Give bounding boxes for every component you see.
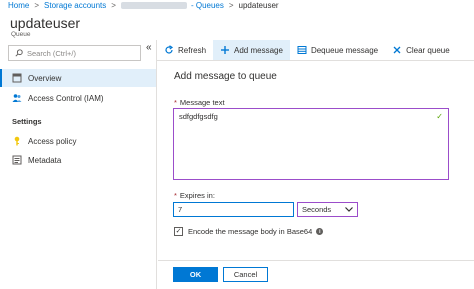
expires-unit-select[interactable]: Seconds xyxy=(297,202,358,217)
breadcrumb-storage-accounts[interactable]: Storage accounts xyxy=(44,1,106,10)
metadata-icon xyxy=(12,155,22,165)
dequeue-message-button[interactable]: Dequeue message xyxy=(290,40,385,60)
ok-button[interactable]: OK xyxy=(173,267,218,282)
encode-base64-label: Encode the message body in Base64 xyxy=(188,227,313,236)
message-text-label: * Message text xyxy=(174,98,225,107)
sidebar-item-label: Access Control (IAM) xyxy=(28,93,104,103)
sidebar-item-access-policy[interactable]: Access policy xyxy=(0,132,156,150)
sidebar-item-label: Access policy xyxy=(28,136,77,146)
sidebar-item-overview[interactable]: Overview xyxy=(0,69,156,87)
add-message-button[interactable]: Add message xyxy=(213,40,290,60)
sidebar-item-label: Metadata xyxy=(28,155,62,165)
footer-divider xyxy=(158,260,474,261)
key-icon xyxy=(12,136,22,146)
chevron-down-icon xyxy=(345,207,353,212)
breadcrumb-separator: > xyxy=(111,1,116,10)
sidebar-item-label: Overview xyxy=(28,73,62,83)
refresh-button[interactable]: Refresh xyxy=(157,40,213,60)
search-icon xyxy=(15,49,23,57)
expires-label: * Expires in: xyxy=(174,191,215,200)
overview-icon xyxy=(12,73,22,83)
expires-unit-value: Seconds xyxy=(302,205,332,214)
dequeue-message-label: Dequeue message xyxy=(310,45,379,55)
people-icon xyxy=(12,93,22,103)
breadcrumb-separator: > xyxy=(34,1,40,10)
sidebar-item-access-control[interactable]: Access Control (IAM) xyxy=(0,89,156,107)
refresh-icon xyxy=(164,45,174,55)
clear-queue-label: Clear queue xyxy=(406,45,450,55)
message-text-value: sdfgdfgsdfg xyxy=(179,112,218,121)
breadcrumb-home[interactable]: Home xyxy=(8,1,29,10)
sidebar-item-metadata[interactable]: Metadata xyxy=(0,151,156,169)
message-text-label-text: Message text xyxy=(179,98,225,107)
sidebar-section-settings: Settings xyxy=(12,117,42,126)
breadcrumb-queues[interactable]: - Queues xyxy=(191,1,224,10)
expires-in-input[interactable]: 7 xyxy=(173,202,294,217)
breadcrumb: Home > Storage accounts > - Queues > upd… xyxy=(0,0,474,11)
plus-icon xyxy=(220,45,230,55)
required-marker: * xyxy=(174,191,177,200)
search-input[interactable]: Search (Ctrl+/) xyxy=(8,45,141,61)
resource-type: Queue xyxy=(11,31,31,38)
encode-base64-row: ✓ Encode the message body in Base64 i xyxy=(174,227,324,236)
info-icon[interactable]: i xyxy=(316,228,324,235)
breadcrumb-separator: > xyxy=(228,1,234,10)
panel-title: Add message to queue xyxy=(174,71,277,82)
message-text-area[interactable]: sdfgdfgsdfg ✓ xyxy=(173,108,449,180)
cancel-button[interactable]: Cancel xyxy=(223,267,268,282)
breadcrumb-redacted-account[interactable] xyxy=(120,2,187,9)
close-icon xyxy=(392,45,402,55)
command-toolbar: Refresh Add message Dequeue message Clea… xyxy=(157,40,474,61)
collapse-sidebar-button[interactable]: « xyxy=(146,42,152,53)
checkmark-icon: ✓ xyxy=(436,112,443,121)
clear-queue-button[interactable]: Clear queue xyxy=(385,40,457,60)
encode-base64-checkbox[interactable]: ✓ xyxy=(174,227,183,236)
sidebar: Search (Ctrl+/) « Overview Access Contro… xyxy=(0,40,157,289)
page-title: updateuser xyxy=(10,15,81,31)
refresh-label: Refresh xyxy=(178,45,207,55)
add-message-label: Add message xyxy=(234,45,283,55)
dequeue-icon xyxy=(297,45,307,55)
search-placeholder: Search (Ctrl+/) xyxy=(27,48,76,58)
required-marker: * xyxy=(174,98,177,107)
expires-in-value: 7 xyxy=(178,205,183,214)
breadcrumb-current: updateuser xyxy=(238,1,279,10)
expires-label-text: Expires in: xyxy=(179,191,215,200)
